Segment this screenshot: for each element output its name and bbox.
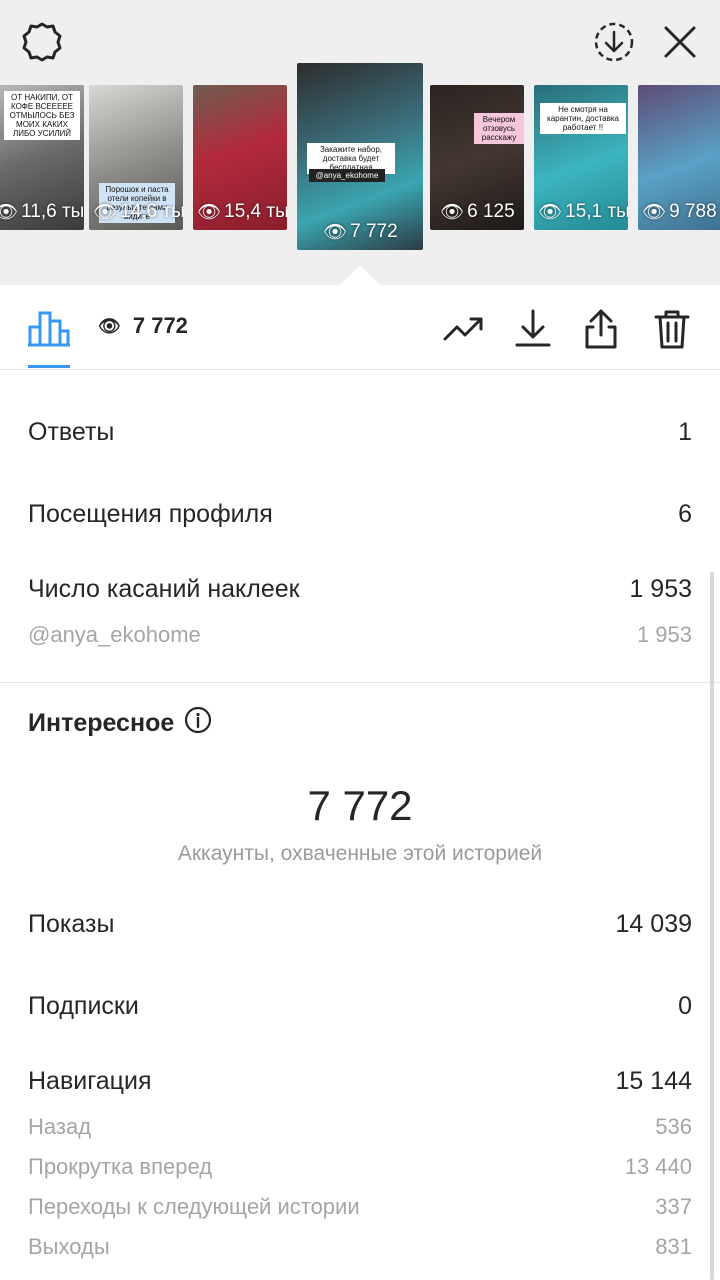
follows-value: 0 bbox=[678, 992, 692, 1020]
next-story-label: Переходы к следующей истории bbox=[28, 1194, 360, 1219]
share-icon[interactable] bbox=[579, 307, 623, 351]
impressions-row: Показы 14 039 bbox=[28, 910, 692, 939]
settings-icon[interactable] bbox=[20, 20, 64, 64]
sticker-mention-label: @anya_ekohome bbox=[28, 622, 201, 647]
replies-row: Ответы 1 bbox=[28, 418, 692, 447]
selected-pointer bbox=[340, 265, 380, 285]
eye-icon: 👁 bbox=[642, 202, 667, 223]
back-value: 536 bbox=[655, 1114, 692, 1139]
sticker-mention-row[interactable]: @anya_ekohome 1 953 bbox=[28, 622, 692, 648]
follows-row: Подписки 0 bbox=[28, 992, 692, 1021]
impressions-label: Показы bbox=[28, 910, 115, 938]
replies-label: Ответы bbox=[28, 418, 115, 446]
sticker-taps-label: Число касаний наклеек bbox=[28, 575, 300, 603]
forward-value: 13 440 bbox=[624, 1154, 692, 1179]
story-thumbnail[interactable]: Порошок и паста отели копейки в результа… bbox=[89, 85, 183, 230]
discovery-heading: Интересное bbox=[28, 706, 212, 741]
navigation-label: Навигация bbox=[28, 1067, 152, 1095]
thumbnail-views: 👁 6 125 bbox=[440, 201, 515, 223]
thumbnail-views: 👁15,4 тыс. bbox=[197, 201, 287, 223]
download-icon[interactable] bbox=[511, 307, 555, 351]
exits-value: 831 bbox=[655, 1234, 692, 1259]
impressions-value: 14 039 bbox=[615, 910, 692, 938]
sticker-taps-value: 1 953 bbox=[629, 575, 692, 603]
thumbnail-caption: ОТ НАКИПИ, ОТ КОФЕ ВСЕЕЕЕЕ ОТМЫЛОСЬ БЕЗ … bbox=[4, 91, 80, 140]
thumbnail-views: 👁15,1 тыс. bbox=[538, 201, 628, 223]
eye-icon: 👁 bbox=[0, 202, 19, 223]
next-story-value: 337 bbox=[655, 1194, 692, 1219]
story-thumbnail[interactable]: 👁 9 788 bbox=[638, 85, 720, 230]
story-thumbnail[interactable]: Не смотря на карантин, доставка работает… bbox=[534, 85, 628, 230]
exits-row: Выходы 831 bbox=[28, 1234, 692, 1260]
thumbnail-mention: @anya_ekohome bbox=[309, 169, 385, 182]
story-thumbnails: ОТ НАКИПИ, ОТ КОФЕ ВСЕЕЕЕЕ ОТМЫЛОСЬ БЕЗ … bbox=[0, 63, 720, 250]
back-label: Назад bbox=[28, 1114, 92, 1139]
story-thumbnail[interactable]: ОТ НАКИПИ, ОТ КОФЕ ВСЕЕЕЕЕ ОТМЫЛОСЬ БЕЗ … bbox=[0, 85, 84, 230]
story-views-count: 👁 7 772 bbox=[98, 313, 188, 338]
reach-caption: Аккаунты, охваченные этой историей bbox=[177, 842, 543, 865]
eye-icon: 👁 bbox=[323, 222, 348, 243]
thumbnail-views: 👁 9 788 bbox=[642, 201, 717, 223]
story-thumbnail-selected[interactable]: Закажите набор, доставка будет бесплатна… bbox=[297, 63, 423, 250]
thumbnail-views: 👁 7 772 bbox=[323, 221, 398, 243]
scrollbar[interactable] bbox=[710, 572, 714, 1280]
profile-visits-row: Посещения профиля 6 bbox=[28, 500, 692, 529]
close-icon[interactable] bbox=[658, 20, 702, 64]
insights-toolbar: 👁 7 772 bbox=[0, 285, 720, 370]
forward-row: Прокрутка вперед 13 440 bbox=[28, 1154, 692, 1180]
profile-visits-value: 6 bbox=[678, 500, 692, 528]
story-thumbnail[interactable]: Вечером отзовусь расскажу 👁 6 125 bbox=[430, 85, 524, 230]
profile-visits-label: Посещения профиля bbox=[28, 500, 273, 528]
sticker-mention-value: 1 953 bbox=[636, 622, 692, 647]
navigation-row: Навигация 15 144 bbox=[28, 1067, 692, 1096]
info-icon[interactable] bbox=[184, 706, 212, 741]
forward-label: Прокрутка вперед bbox=[28, 1154, 213, 1179]
next-story-row: Переходы к следующей истории 337 bbox=[28, 1194, 692, 1220]
navigation-value: 15 144 bbox=[615, 1067, 692, 1095]
back-row: Назад 536 bbox=[28, 1114, 692, 1140]
eye-icon: 👁 bbox=[440, 202, 465, 223]
follows-label: Подписки bbox=[28, 992, 139, 1020]
section-divider bbox=[0, 682, 720, 683]
replies-value: 1 bbox=[678, 418, 692, 446]
reach-value: 7 772 bbox=[307, 782, 413, 829]
download-story-icon[interactable] bbox=[592, 20, 636, 64]
active-tab-indicator bbox=[28, 365, 70, 368]
sticker-taps-row: Число касаний наклеек 1 953 bbox=[28, 575, 692, 604]
thumbnail-views: 👁11,6 тыс. bbox=[0, 200, 84, 224]
thumbnail-caption: Вечером отзовусь расскажу bbox=[474, 113, 524, 144]
thumbnail-caption: Не смотря на карантин, доставка работает… bbox=[540, 103, 626, 134]
trash-icon[interactable] bbox=[650, 307, 694, 351]
eye-icon: 👁 bbox=[98, 315, 121, 336]
exits-label: Выходы bbox=[28, 1234, 110, 1259]
insights-chart-icon[interactable] bbox=[28, 307, 70, 347]
thumbnail-views: 👁14,6 тыс. bbox=[93, 201, 183, 223]
eye-icon: 👁 bbox=[538, 202, 563, 223]
eye-icon: 👁 bbox=[93, 202, 118, 223]
story-thumbnail[interactable]: 👁15,4 тыс. bbox=[193, 85, 287, 230]
eye-icon: 👁 bbox=[197, 202, 222, 223]
trending-icon[interactable] bbox=[441, 307, 485, 351]
